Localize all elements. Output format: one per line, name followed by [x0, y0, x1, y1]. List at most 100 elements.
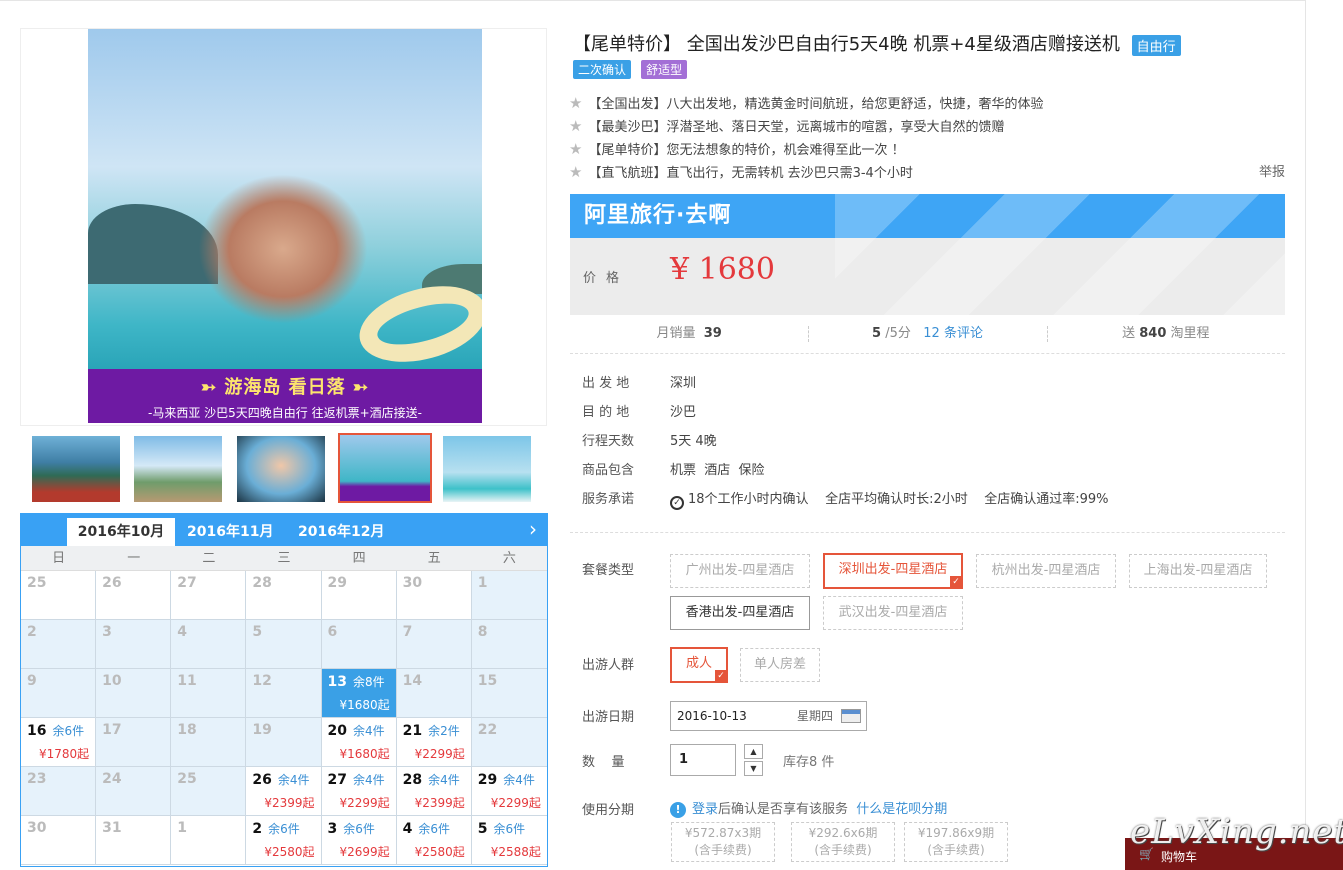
package-option-shenzhen[interactable]: 深圳出发-四星酒店 [823, 553, 963, 589]
miles: 送 840 淘里程 [1046, 318, 1285, 353]
calendar-day[interactable]: 4 余6件 ¥2580起 [396, 816, 472, 865]
miles-value: 840 [1139, 326, 1167, 341]
quantity-decrease-button[interactable]: ▼ [744, 761, 763, 776]
calendar-day[interactable]: 5 余6件 ¥2588起 [471, 816, 547, 865]
day-number: 16 [27, 723, 47, 739]
day-stock: 余2件 [428, 724, 460, 738]
day-number: 21 [402, 723, 423, 739]
huabei-link[interactable]: 什么是花呗分期 [856, 802, 947, 817]
calendar-day[interactable]: 21 余2件 ¥2299起 [396, 718, 472, 767]
calendar-day: 5 [246, 620, 322, 669]
calendar-day: 22 [471, 718, 547, 767]
plan-fee-note: (含手续费) [814, 843, 872, 857]
day-number: 12 [252, 673, 272, 689]
calendar-day[interactable]: 2 余6件 ¥2580起 [246, 816, 322, 865]
calendar-day[interactable]: 29 余4件 ¥2299起 [471, 767, 547, 816]
info-row-promise: 服务承诺 ✓ 18个工作小时内确认 全店平均确认时长:2小时 全店确认通过率:99% [582, 489, 1109, 518]
calendar-day[interactable]: 13 余8件 ¥1680起 [321, 669, 397, 718]
thumbnail-3[interactable] [237, 436, 325, 502]
info-row-include: 商品包含 机票 酒店 保险 [582, 460, 1109, 489]
feature-item: ★ 【最美沙巴】浮潜圣地、落日天堂，远离城市的喧嚣，享受大自然的馈赠 [569, 115, 1285, 138]
price-calendar: 2016年10月 2016年11月 2016年12月 › 日 一 二 三 四 五… [20, 513, 548, 867]
day-number: 5 [252, 624, 263, 640]
package-option-hangzhou[interactable]: 杭州出发-四星酒店 [976, 554, 1116, 588]
monthly-sales: 月销量 39 [570, 318, 808, 353]
day-price: ¥2299起 [414, 747, 465, 761]
day-number: 31 [102, 820, 122, 836]
day-stock: 余6件 [52, 724, 85, 738]
package-option-shanghai[interactable]: 上海出发-四星酒店 [1129, 554, 1267, 588]
day-number: 2 [252, 821, 263, 837]
thumbnail-strip [32, 433, 542, 504]
product-title: 【尾单特价】 全国出发沙巴自由行5天4晚 机票+4星级酒店赠接送机 自由行 [573, 30, 1181, 56]
thumbnail-5[interactable] [443, 436, 531, 502]
promise-value: 18个工作小时内确认 全店平均确认时长:2小时 全店确认通过率:99% [688, 492, 1109, 507]
day-number: 11 [177, 673, 197, 689]
tab-month-nov[interactable]: 2016年11月 [187, 518, 273, 546]
calendar-day: 30 [396, 571, 472, 620]
check-circle-icon: ✓ [670, 496, 684, 510]
day-stock: 余4件 [277, 773, 310, 787]
reviews-link[interactable]: 12 条评论 [923, 326, 983, 341]
calendar-day[interactable]: 27 余4件 ¥2299起 [321, 767, 397, 816]
feature-text: 【尾单特价】您无法想象的特价，机会难得至此一次 ！ [588, 143, 905, 158]
installment-plan-9[interactable]: ¥197.86x9期 (含手续费) [904, 822, 1008, 862]
tab-month-dec[interactable]: 2016年12月 [298, 518, 384, 546]
include-key: 商品包含 [582, 463, 635, 478]
site-watermark: eLvXing.net [1130, 812, 1343, 852]
date-input[interactable]: 2016-10-13 星期四 [670, 701, 867, 731]
star-icon: ★ [569, 163, 583, 181]
quantity-input[interactable]: 1 [670, 744, 736, 776]
price-value: ¥ 1680 [670, 252, 775, 287]
calendar-week-row: 23 24 25 26 余4件 ¥2399起 27 余4件 ¥2299起 28 余4件 ¥2399起 2… [21, 767, 547, 816]
calendar-day[interactable]: 26 余4件 ¥2399起 [246, 767, 322, 816]
thumbnail-4-selected[interactable] [338, 433, 432, 503]
crowd-option-adult[interactable]: 成人 [670, 647, 728, 683]
calendar-icon[interactable] [841, 709, 861, 723]
installment-plan-3[interactable]: ¥572.87x3期 (含手续费) [671, 822, 775, 862]
free-travel-tag: 自由行 [1131, 34, 1181, 56]
day-number: 28 [252, 575, 272, 591]
crowd-option-single-room[interactable]: 单人房差 [740, 648, 820, 682]
calendar-day[interactable]: 16 余6件 ¥1780起 [21, 718, 97, 767]
weekday: 日 [52, 551, 66, 566]
calendar-day[interactable]: 20 余4件 ¥1680起 [321, 718, 397, 767]
calendar-day: 9 [21, 669, 97, 718]
day-number: 10 [102, 673, 122, 689]
second-confirm-tag: 二次确认 [573, 60, 632, 79]
quantity-increase-button[interactable]: ▲ [744, 744, 763, 759]
day-stock: 余6件 [493, 822, 526, 836]
day-stock: 余4件 [428, 773, 460, 787]
day-number: 20 [327, 723, 347, 739]
calendar-day: 26 [96, 571, 172, 620]
rating: 5 /5分 12 条评论 [808, 318, 1046, 353]
info-icon: ! [670, 802, 686, 818]
thumbnail-1[interactable] [32, 436, 120, 502]
calendar-day: 17 [96, 718, 172, 767]
login-link[interactable]: 登录 [692, 802, 718, 817]
package-option-hongkong[interactable]: 香港出发-四星酒店 [670, 596, 810, 630]
calendar-day[interactable]: 3 余6件 ¥2699起 [321, 816, 397, 865]
package-option-wuhan[interactable]: 武汉出发-四星酒店 [823, 596, 963, 630]
day-number: 19 [252, 722, 272, 738]
quantity-label: 数 量 [582, 755, 625, 770]
product-title-text: 【尾单特价】 全国出发沙巴自由行5天4晚 机票+4星级酒店赠接送机 [573, 34, 1120, 55]
stock-text: 库存8 件 [783, 755, 835, 770]
calendar-day: 29 [321, 571, 397, 620]
calendar-day: 18 [171, 718, 247, 767]
feature-text: 【最美沙巴】浮潜圣地、落日天堂，远离城市的喧嚣，享受大自然的馈赠 [588, 120, 1005, 135]
package-option-guangzhou[interactable]: 广州出发-四星酒店 [670, 554, 810, 588]
day-stock: 余4件 [352, 724, 385, 738]
report-link[interactable]: 举报 [1259, 161, 1285, 180]
day-number: 29 [327, 575, 347, 591]
calendar-day[interactable]: 28 余4件 ¥2399起 [396, 767, 472, 816]
trip-info: 出 发 地 深圳 目 的 地 沙巴 行程天数 5天 4晚 商品包含 机票 酒店 保险 服… [582, 373, 1109, 518]
tab-month-oct[interactable]: 2016年10月 [67, 518, 175, 546]
tag-line: 二次确认 舒适型 [573, 60, 693, 79]
installment-plan-6[interactable]: ¥292.6x6期 (含手续费) [791, 822, 895, 862]
next-month-icon[interactable]: › [529, 517, 537, 541]
calendar-day: 14 [396, 669, 472, 718]
thumbnail-2[interactable] [134, 436, 222, 502]
day-price: ¥2580起 [414, 845, 465, 859]
calendar-day: 3 [96, 620, 172, 669]
